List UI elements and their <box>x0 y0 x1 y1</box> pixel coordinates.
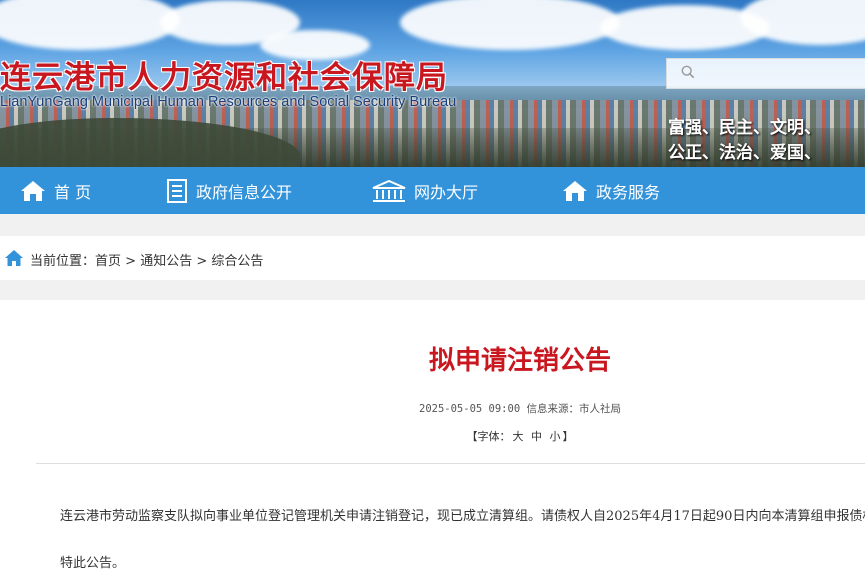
home-icon <box>21 180 45 201</box>
house-icon <box>563 180 587 201</box>
breadcrumb: 当前位置：首页 > 通知公告 > 综合公告 <box>30 250 263 269</box>
site-title: 连云港市人力资源和社会保障局 <box>0 60 448 96</box>
document-icon <box>167 178 187 203</box>
article-divider <box>36 463 865 464</box>
font-size-small[interactable]: 小 <box>550 430 561 443</box>
breadcrumb-item-home[interactable]: 首页 <box>95 254 121 269</box>
font-size-suffix: 】 <box>562 430 574 443</box>
search-icon[interactable] <box>681 65 695 79</box>
breadcrumb-separator: > <box>121 254 141 269</box>
article-paragraph: 特此公告。 <box>60 556 126 571</box>
home-icon <box>5 250 23 266</box>
header-banner: 连云港市人力资源和社会保障局 LianYunGang Municipal Hum… <box>0 0 865 167</box>
font-size-medium[interactable]: 中 <box>531 430 542 443</box>
article-source: 信息来源：市人社局 <box>526 403 621 415</box>
building-icon <box>372 179 406 202</box>
banner-cloud <box>400 0 620 50</box>
nav-item-gov-info[interactable]: 政府信息公开 <box>166 167 292 214</box>
nav-item-label: 政务服务 <box>596 182 661 202</box>
breadcrumb-item-notices[interactable]: 通知公告 <box>140 254 192 269</box>
nav-item-label: 网办大厅 <box>414 182 479 202</box>
article-date: 2025-05-05 09:00 <box>419 403 521 415</box>
font-size-prefix: 【字体： <box>466 430 511 443</box>
article-meta: 2025-05-05 09:00 信息来源：市人社局 <box>0 401 865 416</box>
main-nav: 首 页 政府信息公开 网办大厅 政务服务 <box>0 167 865 214</box>
breadcrumb-item-general[interactable]: 综合公告 <box>211 254 263 269</box>
breadcrumb-prefix: 当前位置： <box>30 254 96 269</box>
slogan-line-1: 富强、民主、文明、 <box>668 118 821 138</box>
font-size-control: 【字体：大 中 小】 <box>0 428 865 444</box>
banner-cloud <box>0 0 180 50</box>
site-subtitle: LianYunGang Municipal Human Resources an… <box>0 94 457 110</box>
font-size-large[interactable]: 大 <box>513 430 524 443</box>
article-paragraph: 连云港市劳动监察支队拟向事业单位登记管理机关申请注销登记，现已成立清算组。请债权… <box>60 509 865 524</box>
breadcrumb-bar: 当前位置：首页 > 通知公告 > 综合公告 <box>0 236 865 280</box>
nav-item-gov-services[interactable]: 政务服务 <box>562 167 660 214</box>
search-box[interactable] <box>666 58 865 89</box>
nav-item-home[interactable]: 首 页 <box>20 167 91 214</box>
nav-item-label: 政府信息公开 <box>196 182 293 202</box>
breadcrumb-separator: > <box>192 254 212 269</box>
article-title: 拟申请注销公告 <box>428 346 611 376</box>
nav-item-label: 首 页 <box>54 182 92 202</box>
nav-item-online-hall[interactable]: 网办大厅 <box>372 167 478 214</box>
slogan-line-2: 公正、法治、爱国、 <box>668 143 821 163</box>
